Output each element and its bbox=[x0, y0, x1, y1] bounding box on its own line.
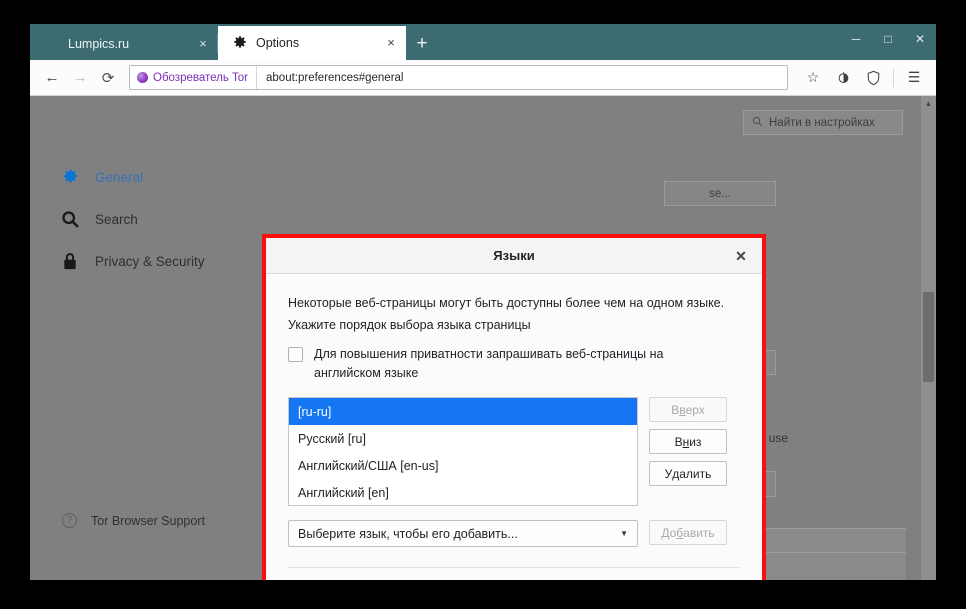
language-list-buttons: Вв ерх Вн из Уд алить bbox=[649, 397, 727, 506]
dialog-description-line2: Укажите порядок выбора языка страницы bbox=[288, 318, 531, 332]
lock-icon bbox=[60, 252, 80, 271]
move-up-button[interactable]: Вв ерх bbox=[649, 397, 727, 422]
add-language-row: Выберите язык, чтобы его добавить... ▼ Д… bbox=[288, 520, 740, 547]
address-bar[interactable]: Обозреватель Tor about:preferences#gener… bbox=[129, 65, 788, 90]
tab-title: Options bbox=[256, 36, 300, 50]
hamburger-menu-icon[interactable]: ☰ bbox=[900, 64, 928, 92]
new-tab-button[interactable]: + bbox=[406, 27, 438, 60]
list-item[interactable]: Русский [ru] bbox=[289, 425, 637, 452]
search-icon bbox=[60, 210, 80, 229]
sidebar-item-search[interactable]: Search bbox=[60, 198, 275, 240]
onion-menu-icon[interactable] bbox=[829, 64, 857, 92]
window-controls: ─ □ ✕ bbox=[840, 24, 936, 60]
add-language-select-value: Выберите язык, чтобы его добавить... bbox=[298, 526, 518, 541]
sidebar-item-label: Privacy & Security bbox=[95, 253, 205, 269]
move-down-button[interactable]: Вн из bbox=[649, 429, 727, 454]
gear-icon bbox=[232, 35, 248, 51]
vertical-scrollbar[interactable]: ▲ bbox=[921, 96, 936, 580]
remove-button[interactable]: Уд алить bbox=[649, 461, 727, 486]
minimize-button[interactable]: ─ bbox=[840, 24, 872, 54]
scrollbar-thumb[interactable] bbox=[923, 292, 934, 382]
reload-icon[interactable]: ⟳ bbox=[94, 64, 122, 92]
languages-dialog-highlight: Языки ✕ Некоторые веб-страницы могут быт… bbox=[262, 234, 766, 580]
tab-options[interactable]: Options × bbox=[218, 26, 406, 60]
search-icon bbox=[752, 116, 763, 130]
language-list[interactable]: [ru-ru] Русский [ru] Английский/США [en-… bbox=[288, 397, 638, 506]
tab-strip: Lumpics.ru × Options × + ─ □ ✕ bbox=[30, 24, 936, 60]
tab-close-icon[interactable]: × bbox=[380, 32, 402, 54]
toolbar-divider bbox=[893, 68, 894, 87]
sidebar-item-label: Search bbox=[95, 211, 138, 227]
ghost-button-label: se... bbox=[709, 187, 731, 200]
dialog-body: Некоторые веб-страницы могут быть доступ… bbox=[266, 274, 762, 568]
sidebar-item-privacy-security[interactable]: Privacy & Security bbox=[60, 240, 275, 282]
dialog-description-line1: Некоторые веб-страницы могут быть доступ… bbox=[288, 296, 725, 310]
close-window-button[interactable]: ✕ bbox=[904, 24, 936, 54]
orange-circle-icon bbox=[44, 36, 60, 52]
search-settings-input[interactable]: Найти в настройках bbox=[743, 110, 903, 135]
shield-icon[interactable] bbox=[859, 64, 887, 92]
back-icon[interactable]: ← bbox=[38, 64, 66, 92]
english-request-checkbox[interactable] bbox=[288, 347, 303, 362]
forward-icon[interactable]: → bbox=[66, 64, 94, 92]
tor-browser-support-link[interactable]: ? Tor Browser Support bbox=[62, 513, 205, 528]
languages-dialog: Языки ✕ Некоторые веб-страницы могут быт… bbox=[266, 238, 762, 580]
sidebar-item-general[interactable]: General bbox=[60, 156, 275, 198]
close-icon[interactable]: ✕ bbox=[728, 238, 754, 274]
tab-close-icon[interactable]: × bbox=[192, 33, 214, 55]
dialog-title-bar: Языки ✕ bbox=[266, 238, 762, 274]
dialog-footer: OK Отмена Справка bbox=[266, 568, 762, 580]
english-request-checkbox-label: Для повышения приватности запрашивать ве… bbox=[314, 347, 664, 380]
list-item[interactable]: [ru-ru] bbox=[289, 398, 637, 425]
tab-title: Lumpics.ru bbox=[68, 36, 130, 51]
browser-window: Lumpics.ru × Options × + ─ □ ✕ ← → ⟳ Обо… bbox=[30, 24, 936, 580]
screenshot-root: Lumpics.ru × Options × + ─ □ ✕ ← → ⟳ Обо… bbox=[0, 0, 966, 609]
onion-icon bbox=[137, 72, 148, 83]
gear-icon bbox=[60, 168, 80, 187]
english-request-checkbox-row[interactable]: Для повышения приватности запрашивать ве… bbox=[288, 345, 740, 383]
bookmark-star-icon[interactable]: ☆ bbox=[799, 64, 827, 92]
list-item[interactable]: Английский/США [en-us] bbox=[289, 452, 637, 479]
ghost-browse-button-1[interactable]: se... bbox=[664, 181, 776, 206]
url-text[interactable]: about:preferences#general bbox=[257, 72, 403, 84]
tab-lumpics[interactable]: Lumpics.ru × bbox=[30, 27, 218, 60]
settings-sidebar: General Search Privacy & Security bbox=[60, 156, 275, 282]
add-language-select[interactable]: Выберите язык, чтобы его добавить... ▼ bbox=[288, 520, 638, 547]
add-button[interactable]: До б авить bbox=[649, 520, 727, 545]
navigation-toolbar: ← → ⟳ Обозреватель Tor about:preferences… bbox=[30, 60, 936, 96]
identity-button[interactable]: Обозреватель Tor bbox=[130, 66, 258, 89]
identity-label: Обозреватель Tor bbox=[153, 71, 249, 84]
language-list-row: [ru-ru] Русский [ru] Английский/США [en-… bbox=[288, 397, 740, 506]
support-link-label: Tor Browser Support bbox=[91, 513, 205, 528]
dialog-title: Языки bbox=[493, 248, 535, 263]
scroll-up-arrow-icon[interactable]: ▲ bbox=[921, 96, 936, 110]
chevron-down-icon: ▼ bbox=[620, 529, 628, 538]
maximize-button[interactable]: □ bbox=[872, 24, 904, 54]
toolbar-right: ☆ ☰ bbox=[795, 64, 928, 92]
question-circle-icon: ? bbox=[62, 513, 77, 528]
search-settings-placeholder: Найти в настройках bbox=[769, 116, 875, 129]
sidebar-item-label: General bbox=[95, 169, 144, 185]
list-item[interactable]: Английский [en] bbox=[289, 479, 637, 505]
preferences-content: Найти в настройках General Search Privac… bbox=[30, 96, 936, 580]
